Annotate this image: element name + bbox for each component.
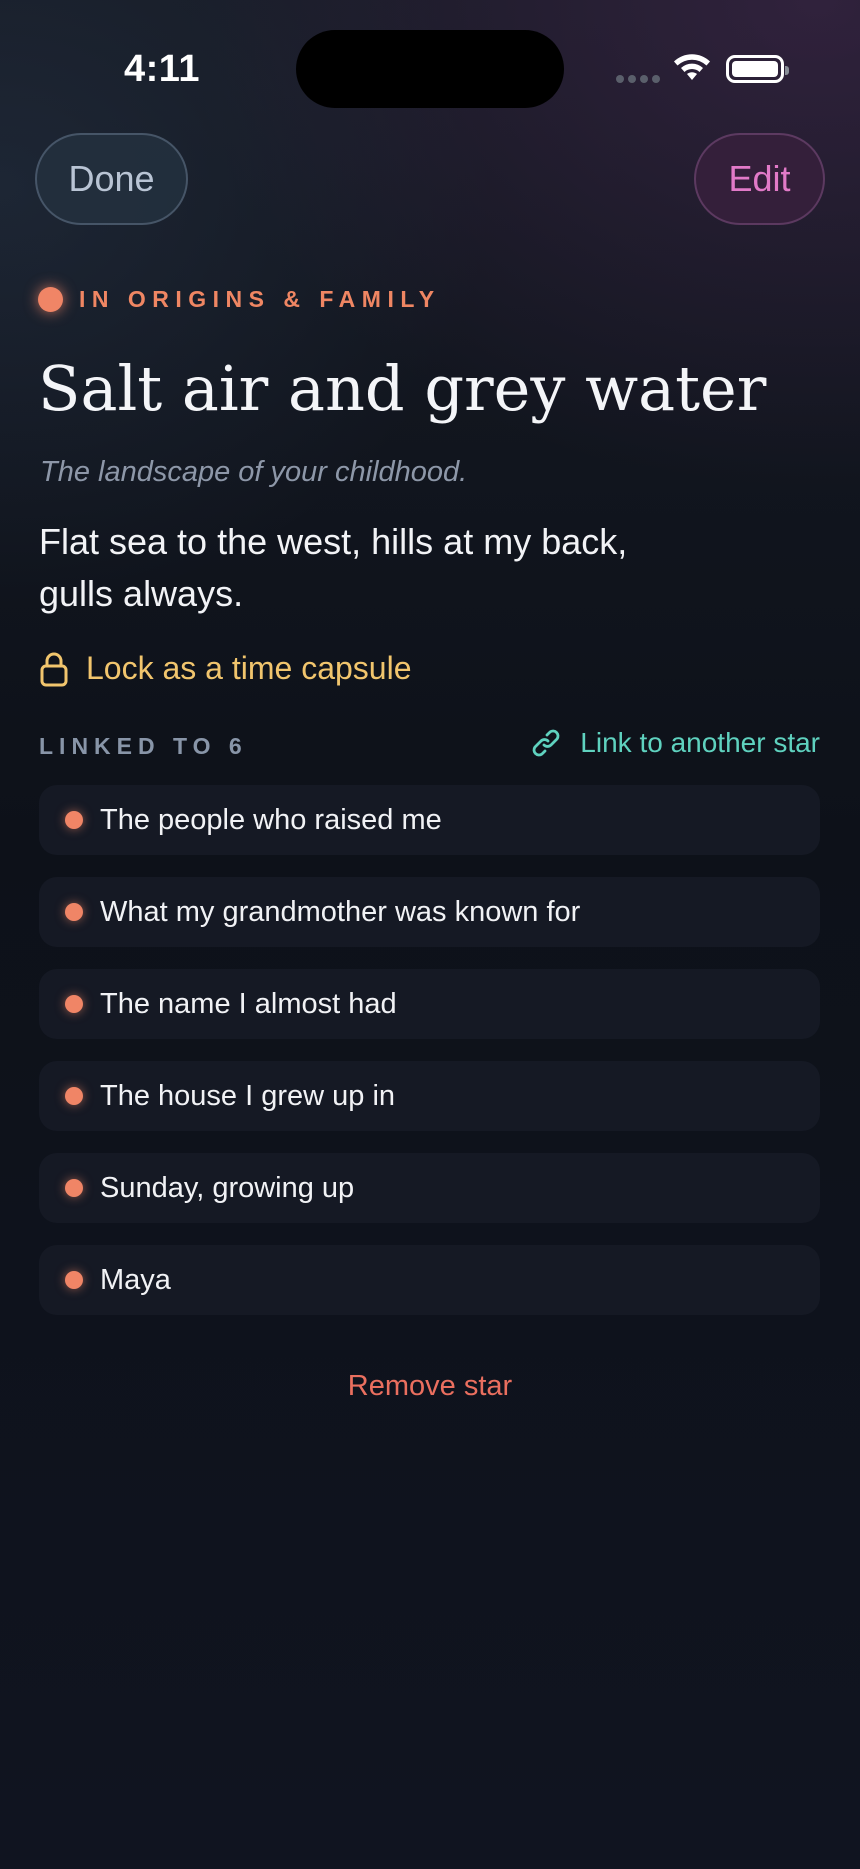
- link-to-another-star-button[interactable]: Link to another star: [530, 727, 820, 759]
- done-button[interactable]: Done: [35, 133, 188, 225]
- linked-star-label: The people who raised me: [100, 803, 442, 836]
- linked-star-label: Sunday, growing up: [100, 1171, 355, 1204]
- remove-star-button[interactable]: Remove star: [0, 1370, 860, 1403]
- linked-star-item[interactable]: Sunday, growing up: [39, 1153, 820, 1223]
- star-body: Flat sea to the west, hills at my back, …: [39, 516, 719, 620]
- category-label: IN ORIGINS & FAMILY: [79, 286, 441, 312]
- status-bar: 4:11: [0, 0, 860, 130]
- category-dot-icon: [38, 287, 63, 312]
- linked-star-item[interactable]: The people who raised me: [39, 785, 820, 855]
- linked-star-item[interactable]: Maya: [39, 1245, 820, 1315]
- battery-icon: [726, 55, 789, 83]
- star-dot-icon: [65, 995, 83, 1013]
- star-title: Salt air and grey water: [38, 352, 767, 425]
- dynamic-island: [296, 30, 564, 108]
- linked-star-label: The house I grew up in: [100, 1079, 396, 1112]
- link-icon: [532, 729, 560, 757]
- star-dot-icon: [65, 811, 83, 829]
- lock-time-capsule-button[interactable]: Lock as a time capsule: [40, 650, 412, 687]
- linked-star-item[interactable]: What my grandmother was known for: [39, 877, 820, 947]
- linked-header: LINKED TO 6: [39, 733, 248, 759]
- category-tag: IN ORIGINS & FAMILY: [38, 286, 441, 313]
- star-body-line: gulls always.: [39, 573, 244, 614]
- linked-star-item[interactable]: The house I grew up in: [39, 1061, 820, 1131]
- star-body-line: Flat sea to the west, hills at my back,: [39, 521, 628, 562]
- lock-icon: [40, 652, 68, 686]
- star-dot-icon: [65, 1271, 83, 1289]
- linked-list: The people who raised me What my grandmo…: [39, 785, 820, 1337]
- star-prompt: The landscape of your childhood.: [40, 456, 468, 488]
- star-dot-icon: [65, 1179, 83, 1197]
- lock-label: Lock as a time capsule: [86, 650, 412, 686]
- star-dot-icon: [65, 1087, 83, 1105]
- cellular-signal-icon: [616, 75, 660, 83]
- edit-button[interactable]: Edit: [694, 133, 825, 225]
- linked-star-label: The name I almost had: [100, 987, 397, 1020]
- linked-star-label: What my grandmother was known for: [100, 895, 581, 928]
- linked-star-label: Maya: [100, 1263, 171, 1296]
- linked-star-item[interactable]: The name I almost had: [39, 969, 820, 1039]
- wifi-icon: [674, 54, 710, 80]
- link-button-label: Link to another star: [580, 727, 820, 758]
- star-dot-icon: [65, 903, 83, 921]
- status-time: 4:11: [124, 48, 200, 90]
